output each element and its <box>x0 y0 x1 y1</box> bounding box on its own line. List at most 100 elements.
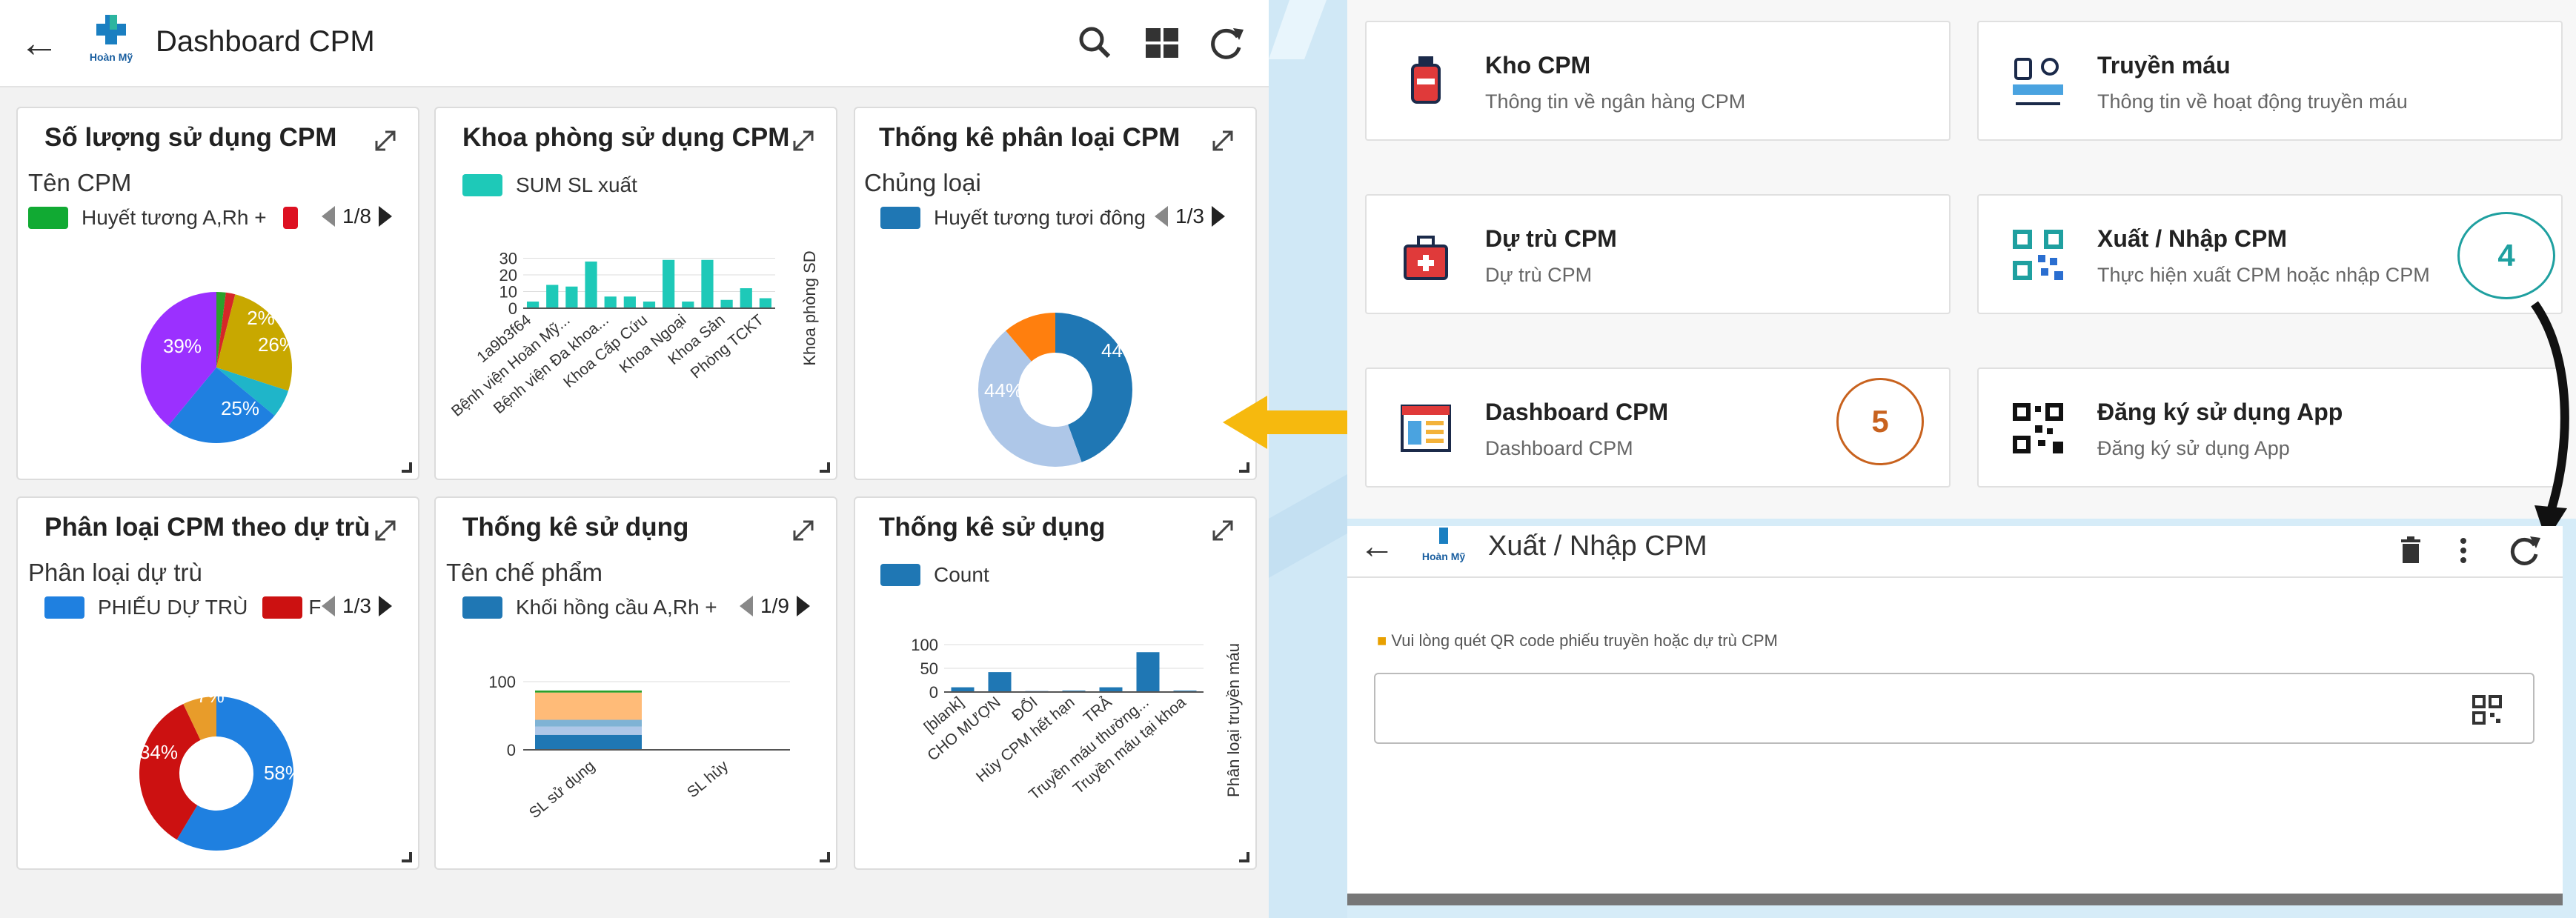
y-tick-label: 0 <box>508 299 517 318</box>
y-axis-label: Phân loại truyền máu <box>1224 643 1243 797</box>
bar-segment <box>535 692 642 720</box>
medical-kit-icon <box>1404 236 1448 280</box>
resize-handle[interactable] <box>1239 852 1249 862</box>
page-title: Xuất / Nhập CPM <box>1488 530 1707 562</box>
bar <box>701 259 714 308</box>
menu-item-title: Dự trù CPM <box>1485 225 1617 252</box>
y-tick-label: 100 <box>488 673 516 691</box>
step-callout-5: 5 <box>1836 378 1924 465</box>
resize-handle[interactable] <box>820 852 830 862</box>
bar <box>1136 652 1160 692</box>
bar <box>759 298 772 308</box>
menu-item-title: Đăng ký sử dụng App <box>2097 399 2343 425</box>
data-label: 34% <box>139 741 178 763</box>
qr-scan-icon[interactable] <box>2472 695 2502 725</box>
y-tick-label: 100 <box>911 636 938 654</box>
bar <box>720 299 733 308</box>
page-title: Dashboard CPM <box>156 25 375 58</box>
refresh-icon[interactable] <box>1204 21 1248 65</box>
data-label: 26% <box>258 333 296 356</box>
menu-item-title: Xuất / Nhập CPM <box>2097 225 2288 252</box>
x-tick-label: SL sử dụng <box>526 757 598 822</box>
svg-text:Hoàn Mỹ: Hoàn Mỹ <box>90 51 133 63</box>
y-tick-label: 20 <box>499 266 517 285</box>
menu-item-title: Kho CPM <box>1485 52 1591 79</box>
warning-icon: ■ <box>1377 631 1387 650</box>
y-axis-label: Khoa phòng SD <box>800 250 819 365</box>
app-menu-panel: Kho CPM Thông tin về ngân hàng CPM Truyề… <box>1347 0 2576 519</box>
data-label: 7% <box>196 685 225 707</box>
y-tick-label: 30 <box>499 250 517 268</box>
back-arrow-icon[interactable]: ← <box>19 22 64 67</box>
x-tick-label: SL hủy <box>684 757 732 801</box>
menu-item-truyen-mau[interactable]: Truyền máu Thông tin về hoạt động truyền… <box>1977 21 2563 141</box>
donut-chart: 44% 44% 11% <box>978 292 1140 467</box>
chart-card-so-luong: Số lượng sử dụng CPM Tên CPM Huyết tương… <box>16 107 419 480</box>
bar <box>546 285 559 308</box>
qr-code-input[interactable] <box>1374 673 2534 744</box>
stacked-bar-chart: 0 100 SL sử dụng SL hủy <box>488 673 790 822</box>
bar <box>526 302 540 308</box>
bar <box>988 672 1012 692</box>
menu-item-du-tru-cpm[interactable]: Dự trù CPM Dự trù CPM <box>1365 194 1951 314</box>
menu-item-kho-cpm[interactable]: Kho CPM Thông tin về ngân hàng CPM <box>1365 21 1951 141</box>
bar <box>585 262 597 308</box>
refresh-icon[interactable] <box>2503 530 2543 571</box>
hoan-my-logo: Hoàn Mỹ <box>1422 528 1466 562</box>
menu-item-desc: Thông tin về hoạt động truyền máu <box>2097 90 2408 113</box>
scan-hint-text: Vui lòng quét QR code phiếu truyền hoặc … <box>1391 631 1778 650</box>
bar <box>565 286 578 308</box>
qr-code-icon <box>2013 403 2063 453</box>
data-label: 2% <box>247 307 275 329</box>
data-label: 44% <box>984 379 1023 402</box>
delete-icon[interactable] <box>2392 532 2429 569</box>
chart-card-thong-ke-su-dung: Thống kê sử dụng Tên chế phẩm Khối hồng … <box>434 496 837 870</box>
scan-hint: ■ Vui lòng quét QR code phiếu truyền hoặ… <box>1377 631 1778 651</box>
bar-segment <box>535 734 642 750</box>
menu-item-desc: Thực hiện xuất CPM hoặc nhập CPM <box>2097 264 2430 286</box>
menu-item-dang-ky-app[interactable]: Đăng ký sử dụng App Đăng ký sử dụng App <box>1977 367 2563 488</box>
xuat-nhap-window: ← Hoàn Mỹ Xuất / Nhập CPM ■ Vui lòng qué… <box>1347 526 2563 905</box>
bar <box>740 288 752 308</box>
transfusion-icon <box>2013 58 2063 105</box>
resize-handle[interactable] <box>820 462 830 473</box>
dashboard-toolbar: ← Hoàn Mỹ Dashboard CPM <box>0 0 1269 87</box>
y-tick-label: 0 <box>929 683 938 702</box>
chart-card-du-tru: Phân loại CPM theo dự trù Phân loại dự t… <box>16 496 419 870</box>
resize-handle[interactable] <box>402 462 412 473</box>
menu-item-desc: Thông tin về ngân hàng CPM <box>1485 90 1746 113</box>
search-icon[interactable] <box>1073 21 1118 65</box>
data-label: 39% <box>163 335 202 357</box>
y-tick-label: 0 <box>507 741 516 759</box>
bar <box>643 302 656 308</box>
xuat-nhap-toolbar: ← Hoàn Mỹ Xuất / Nhập CPM <box>1347 526 2563 578</box>
svg-text:Hoàn Mỹ: Hoàn Mỹ <box>1422 551 1466 562</box>
menu-item-desc: Đăng ký sử dụng App <box>2097 437 2290 459</box>
resize-handle[interactable] <box>402 852 412 862</box>
chart-card-phan-loai: Thống kê phân loại CPM Chủng loại Huyết … <box>854 107 1257 480</box>
chart-card-thong-ke-su-dung-2: Thống kê sử dụng Count 0 50 100 [blank] CHO … <box>854 496 1257 870</box>
menu-item-title: Dashboard CPM <box>1485 399 1669 425</box>
bar-segment <box>535 690 642 693</box>
bar <box>604 296 617 308</box>
dashboard-window: ← Hoàn Mỹ Dashboard CPM Số lượng sử dụng… <box>0 0 1269 918</box>
bar-chart: 01020301a9b3f64Bệnh viện Hoàn Mỹ...Bệnh … <box>448 250 819 420</box>
menu-item-title: Truyền máu <box>2097 52 2231 79</box>
blood-bag-icon <box>1411 56 1441 104</box>
grid-layout-icon[interactable] <box>1140 21 1184 65</box>
data-label: 25% <box>221 397 259 419</box>
menu-item-desc: Dashboard CPM <box>1485 437 1633 459</box>
chart-card-khoa-phong: Khoa phòng sử dụng CPM SUM SL xuất 0 10 20… <box>434 107 837 480</box>
more-options-icon[interactable] <box>2449 532 2478 569</box>
curved-arrow-icon <box>2531 301 2569 541</box>
back-arrow-icon[interactable]: ← <box>1359 526 1395 567</box>
bottom-bar <box>1347 894 2563 905</box>
step-callout-4: 4 <box>2457 212 2555 299</box>
bar-segment <box>535 719 642 727</box>
data-label: 44% <box>1101 339 1140 362</box>
hoan-my-logo: Hoàn Mỹ <box>90 15 133 63</box>
menu-item-desc: Dự trù CPM <box>1485 264 1593 286</box>
bar-chart: 050100[blank]CHO MƯỢN ĐỔIHủy CPM hết hạn T… <box>911 636 1243 804</box>
resize-handle[interactable] <box>1239 462 1249 473</box>
y-tick-label: 10 <box>499 283 517 302</box>
